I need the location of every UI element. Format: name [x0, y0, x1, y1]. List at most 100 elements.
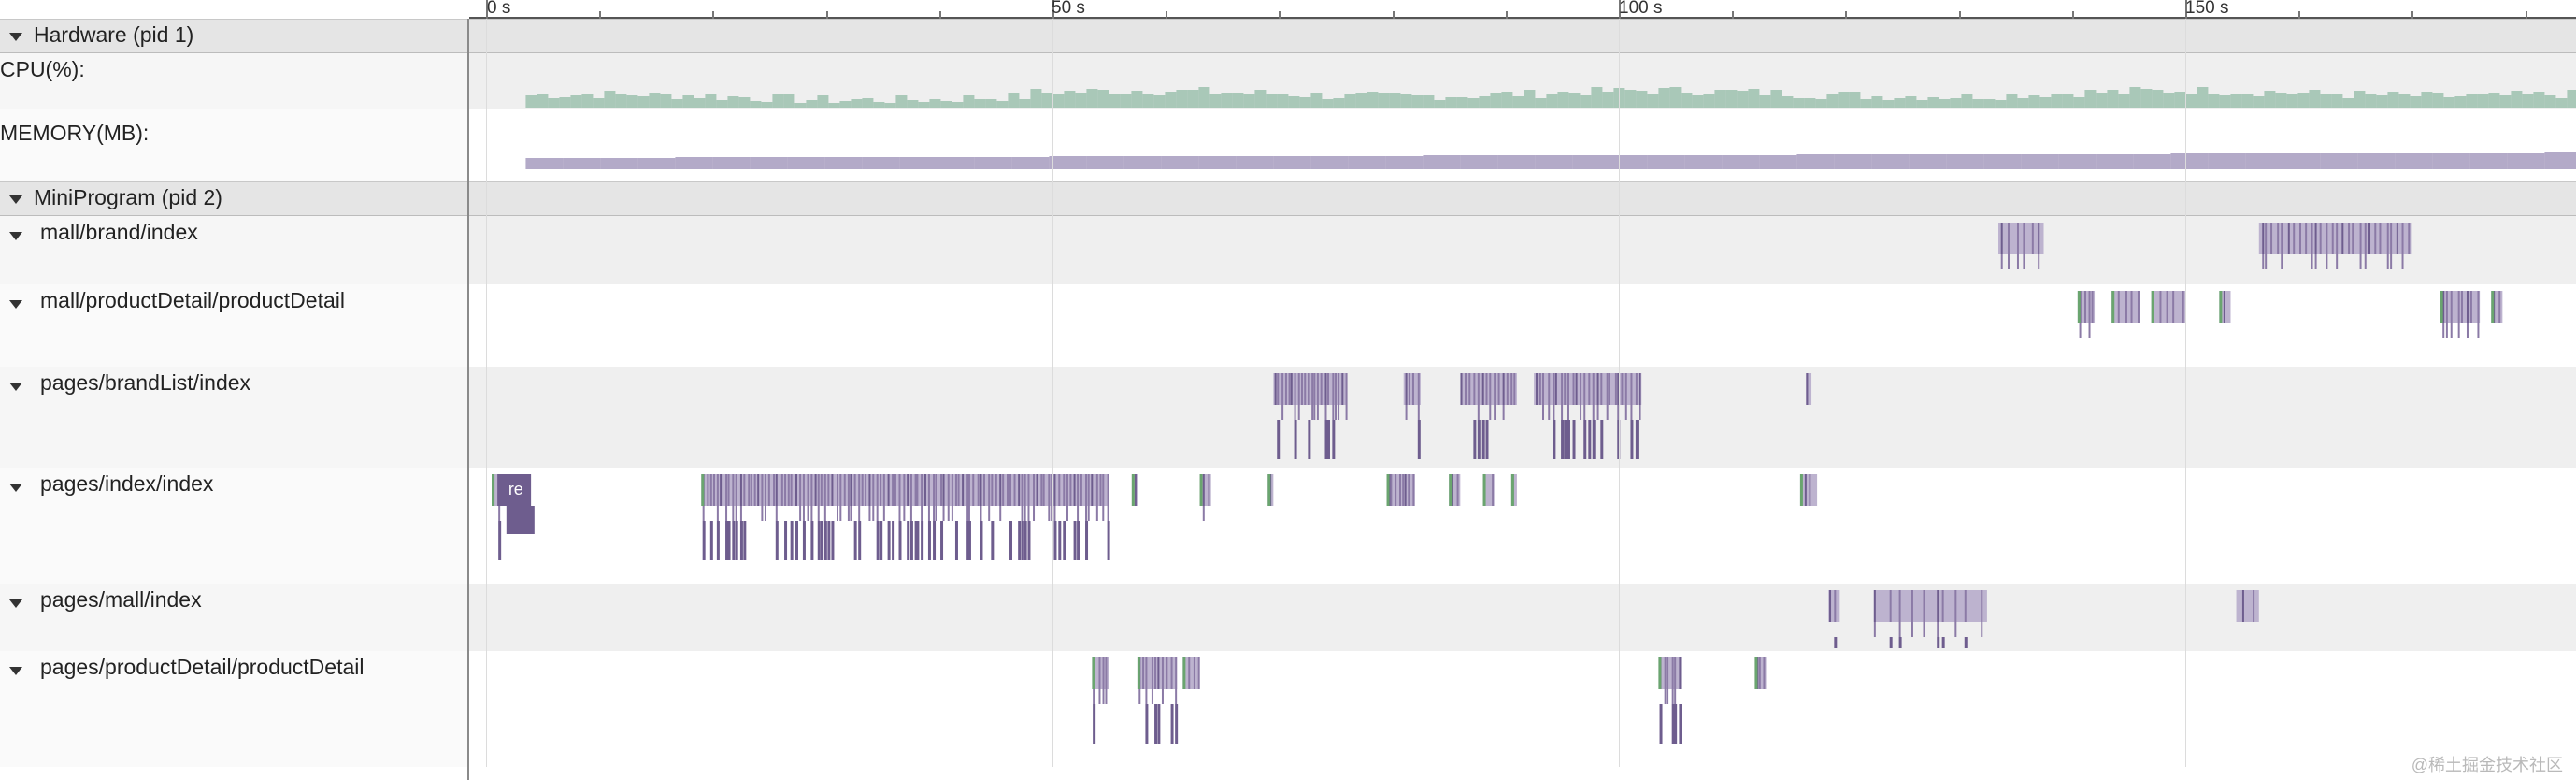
trace-slice[interactable]	[1404, 474, 1407, 506]
trace-slice[interactable]	[2466, 291, 2469, 323]
memory-sample-bar[interactable]	[1572, 155, 1610, 169]
cpu-sample-bar[interactable]	[1939, 99, 1951, 108]
memory-sample-bar[interactable]	[2096, 154, 2134, 169]
trace-slice[interactable]	[935, 506, 937, 521]
trace-slice[interactable]	[887, 521, 891, 560]
thread-track[interactable]	[469, 651, 2576, 767]
trace-slice-group[interactable]	[1998, 223, 2044, 254]
memory-sample-bar[interactable]	[787, 157, 825, 169]
trace-slice[interactable]	[1087, 506, 1090, 521]
trace-slice[interactable]	[2314, 223, 2317, 254]
trace-slice[interactable]	[1621, 373, 1624, 405]
trace-slice[interactable]	[1405, 405, 1408, 420]
trace-slice[interactable]	[839, 474, 842, 506]
trace-slice[interactable]	[1873, 590, 1876, 622]
trace-slice[interactable]	[1145, 657, 1148, 689]
cpu-sample-bar[interactable]	[1669, 87, 1682, 108]
trace-slice[interactable]	[850, 474, 852, 506]
trace-slice[interactable]	[980, 506, 982, 521]
trace-slice[interactable]	[2083, 291, 2086, 323]
cpu-sample-bar[interactable]	[1804, 98, 1816, 108]
cpu-sample-bar[interactable]	[1120, 94, 1132, 108]
cpu-sample-bar[interactable]	[2443, 97, 2455, 108]
trace-slice[interactable]	[2277, 223, 2280, 254]
memory-sample-bar[interactable]	[2283, 153, 2321, 169]
trace-slice[interactable]	[966, 474, 969, 506]
trace-slice[interactable]	[872, 474, 875, 506]
trace-slice[interactable]	[947, 474, 950, 506]
trace-slice[interactable]	[1481, 420, 1485, 459]
memory-sample-bar[interactable]	[2320, 153, 2358, 169]
trace-slice[interactable]	[1161, 689, 1164, 704]
trace-slice[interactable]	[1889, 590, 1892, 622]
cpu-sample-bar[interactable]	[637, 96, 650, 108]
cpu-sample-bar[interactable]	[1725, 90, 1738, 108]
trace-slice[interactable]	[775, 506, 778, 521]
trace-slice[interactable]	[2326, 223, 2328, 254]
memory-sample-bar[interactable]	[1423, 155, 1461, 169]
cpu-sample-bar[interactable]	[2084, 90, 2097, 108]
trace-slice[interactable]	[1954, 622, 1957, 637]
trace-slice[interactable]	[2359, 223, 2362, 254]
trace-slice[interactable]	[1679, 704, 1682, 744]
memory-sample-bar[interactable]	[1161, 156, 1199, 169]
trace-slice[interactable]	[1297, 405, 1300, 420]
cpu-sample-bar[interactable]	[996, 101, 1009, 108]
cpu-sample-bar[interactable]	[2567, 90, 2576, 108]
trace-slice[interactable]	[1572, 373, 1575, 405]
trace-slice-green[interactable]	[1182, 657, 1186, 689]
collapse-triangle-icon[interactable]	[9, 484, 22, 492]
trace-slice[interactable]	[1592, 373, 1595, 405]
trace-slice[interactable]	[2281, 254, 2283, 269]
trace-slice[interactable]	[1175, 657, 1178, 689]
cpu-sample-bar[interactable]	[1849, 92, 1861, 108]
cpu-sample-bar[interactable]	[1490, 93, 1502, 108]
trace-slice[interactable]	[716, 506, 719, 521]
trace-slice[interactable]	[2368, 223, 2371, 254]
trace-slice[interactable]	[1098, 657, 1101, 689]
trace-slice[interactable]	[850, 506, 852, 521]
trace-slice[interactable]	[1313, 405, 1316, 420]
trace-slice[interactable]	[1080, 474, 1082, 506]
trace-slice[interactable]	[2359, 254, 2362, 269]
trace-slice[interactable]	[1941, 590, 1944, 622]
trace-slice[interactable]	[839, 506, 842, 521]
cpu-sample-bar[interactable]	[1815, 99, 1827, 108]
trace-slice[interactable]	[831, 521, 835, 560]
trace-slice[interactable]	[1091, 474, 1094, 506]
cpu-sample-bar[interactable]	[2028, 95, 2040, 108]
trace-slice[interactable]	[2159, 291, 2162, 323]
cpu-sample-bar[interactable]	[2331, 94, 2343, 108]
memory-sample-bar[interactable]	[1909, 154, 1947, 169]
trace-slice[interactable]	[1580, 405, 1582, 420]
trace-slice[interactable]	[799, 506, 802, 521]
cpu-sample-bar[interactable]	[1389, 93, 1401, 108]
trace-slice[interactable]	[858, 506, 861, 521]
trace-slice[interactable]	[1002, 474, 1005, 506]
trace-slice[interactable]	[865, 474, 867, 506]
trace-slice[interactable]	[498, 506, 501, 521]
trace-slice[interactable]	[2079, 323, 2082, 338]
collapse-triangle-icon[interactable]	[9, 33, 22, 41]
trace-slice[interactable]	[1320, 373, 1323, 405]
cpu-sample-bar[interactable]	[2320, 94, 2332, 108]
trace-slice[interactable]	[2223, 291, 2225, 323]
trace-slice[interactable]	[1898, 622, 1901, 637]
cpu-sample-bar[interactable]	[1737, 91, 1749, 108]
trace-slice[interactable]	[1659, 704, 1663, 744]
trace-slice[interactable]	[1667, 689, 1669, 704]
trace-slice[interactable]	[1274, 373, 1277, 405]
trace-slice[interactable]	[817, 474, 820, 506]
trace-slice[interactable]	[1326, 420, 1330, 459]
cpu-sample-bar[interactable]	[1030, 89, 1042, 108]
trace-slice-green[interactable]	[701, 474, 705, 506]
trace-slice[interactable]	[1583, 373, 1586, 405]
cpu-sample-bar[interactable]	[2051, 94, 2063, 108]
trace-slice[interactable]	[732, 474, 735, 506]
trace-slice[interactable]	[1485, 373, 1488, 405]
trace-slice[interactable]	[1405, 373, 1408, 405]
trace-slice-group[interactable]	[2236, 590, 2259, 622]
trace-slice[interactable]	[2262, 223, 2265, 254]
trace-slice[interactable]	[1477, 373, 1480, 405]
trace-slice[interactable]	[2319, 223, 2322, 254]
